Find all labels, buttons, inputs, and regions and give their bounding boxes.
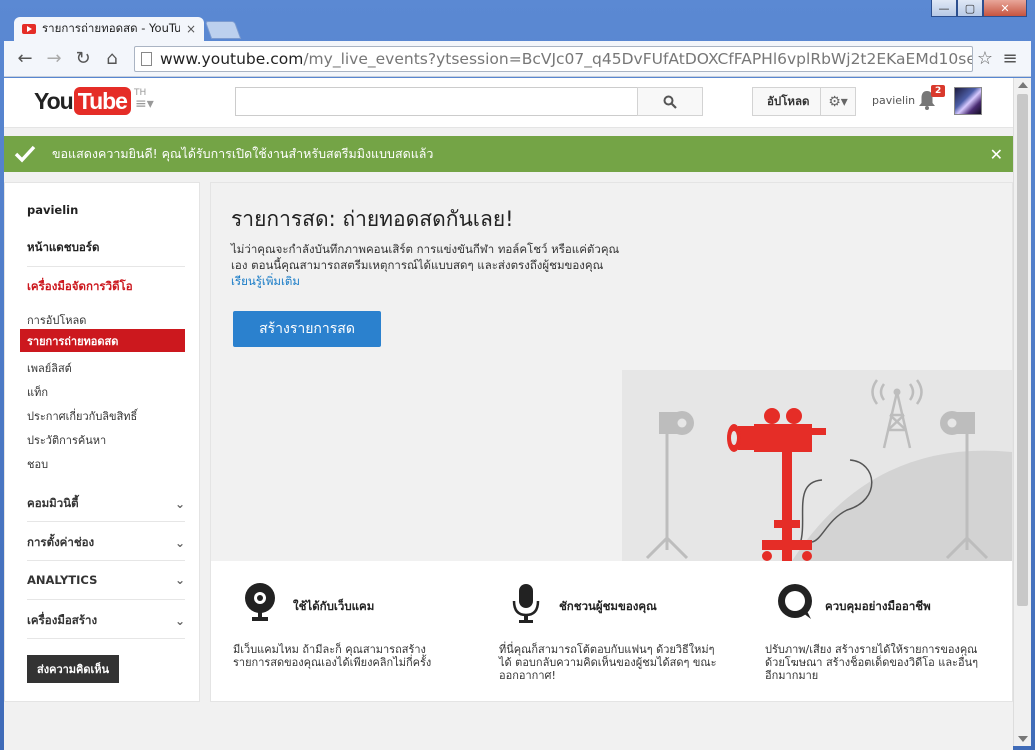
check-icon <box>14 145 36 163</box>
search-bar <box>235 87 703 116</box>
sidebar-item-likes[interactable]: ชอบ <box>27 455 48 473</box>
sidebar-item-dashboard[interactable]: หน้าแดชบอร์ด <box>27 239 99 257</box>
username[interactable]: pavielin <box>872 94 915 107</box>
send-feedback-button[interactable]: ส่งความคิดเห็น <box>27 655 120 683</box>
gear-icon[interactable]: ⚙▾ <box>820 87 856 116</box>
feature-description: มีเว็บแคมไหม ถ้ามีละก็ คุณสามารถสร้างราย… <box>233 643 432 669</box>
webcam-icon <box>245 583 275 621</box>
divider <box>27 599 185 600</box>
sidebar-section-video-manager[interactable]: เครื่องมือจัดการวิดีโอ <box>27 278 133 296</box>
search-input[interactable] <box>235 87 637 116</box>
sidebar-group-analytics[interactable]: ANALYTICS ⌄ <box>27 573 185 587</box>
upload-button[interactable]: อัปโหลด <box>752 87 825 116</box>
sidebar-group-label: เครื่องมือสร้าง <box>27 613 98 627</box>
success-banner: ขอแสดงความยินดี! คุณได้รับการเปิดใช้งานส… <box>4 136 1013 172</box>
maximize-button[interactable]: ▢ <box>957 0 983 17</box>
feature-title: ควบคุมอย่างมืออาชีพ <box>825 599 931 613</box>
sidebar-group-channel-settings[interactable]: การตั้งค่าช่อง ⌄ <box>27 534 185 552</box>
page-icon <box>141 51 152 66</box>
sidebar-item-uploads[interactable]: การอัปโหลด <box>27 311 86 329</box>
search-button[interactable] <box>637 87 703 116</box>
tower-light <box>893 388 901 396</box>
feature-description: ที่นี่คุณก็สามารถโต้ตอบกับแฟนๆ ด้วยวิธีใ… <box>499 643 717 682</box>
page-title: รายการสด: ถ่ายทอดสดกันเลย! <box>231 207 514 231</box>
home-icon[interactable]: ⌂ <box>99 46 125 72</box>
live-events-main: รายการสด: ถ่ายทอดสดกันเลย! ไม่ว่าคุณจะกำ… <box>210 182 1013 702</box>
window-controls: — ▢ ✕ <box>931 0 1027 17</box>
microphone-icon <box>512 584 540 623</box>
address-bar[interactable]: www.youtube.com/my_live_events?ytsession… <box>134 45 973 72</box>
creator-sidebar: pavielin หน้าแดชบอร์ด เครื่องมือจัดการวิ… <box>4 182 200 702</box>
chat-bubble-icon <box>778 584 812 619</box>
divider <box>27 560 185 561</box>
close-window-button[interactable]: ✕ <box>983 0 1027 17</box>
divider <box>27 638 185 639</box>
feature-description: ปรับภาพ/เสียง สร้างรายได้ให้รายการของคุณ… <box>765 643 979 682</box>
sidebar-group-label: การตั้งค่าช่อง <box>27 535 95 549</box>
minimize-button[interactable]: — <box>931 0 957 17</box>
chevron-down-icon: ⌄ <box>174 497 185 511</box>
sidebar-item-copyright-notices[interactable]: ประกาศเกี่ยวกับลิขสิทธิ์ <box>27 407 137 425</box>
divider <box>27 521 185 522</box>
bookmark-star-icon[interactable]: ☆ <box>977 48 993 69</box>
scroll-down-icon[interactable] <box>1018 736 1028 742</box>
new-tab-button[interactable] <box>204 21 242 39</box>
logo-you: You <box>34 88 74 114</box>
chevron-down-icon: ⌄ <box>174 573 185 587</box>
browser-toolbar: ← → ↻ ⌂ www.youtube.com/my_live_events?y… <box>4 41 1031 77</box>
chevron-down-icon: ⌄ <box>174 614 185 628</box>
back-icon[interactable]: ← <box>12 46 38 72</box>
scroll-up-icon[interactable] <box>1018 82 1028 88</box>
chevron-down-icon: ⌄ <box>174 536 185 550</box>
browser-tab[interactable]: รายการถ่ายทอดสด - YouTube × <box>14 17 204 41</box>
notification-count-badge: 2 <box>931 85 946 97</box>
sidebar-group-community[interactable]: คอมมิวนิตี้ ⌄ <box>27 495 185 513</box>
guide-menu-icon[interactable]: ≡▾ <box>135 96 154 112</box>
avatar[interactable] <box>954 87 982 115</box>
tab-title: รายการถ่ายทอดสด - YouTube <box>42 21 180 35</box>
sidebar-item-live-events[interactable]: รายการถ่ายทอดสด <box>20 329 185 352</box>
youtube-favicon-icon <box>22 24 36 34</box>
sidebar-username[interactable]: pavielin <box>27 203 78 217</box>
masthead: You Tube TH ≡▾ อัปโหลด ⚙▾ pavielin 2 <box>4 78 1013 128</box>
create-live-event-button[interactable]: สร้างรายการสด <box>233 311 381 347</box>
live-intro-hero: รายการสด: ถ่ายทอดสดกันเลย! ไม่ว่าคุณจะกำ… <box>211 183 1012 561</box>
sidebar-item-playlists[interactable]: เพลย์ลิสต์ <box>27 359 72 377</box>
feature-title: ชักชวนผู้ชมของคุณ <box>559 599 657 613</box>
forward-icon[interactable]: → <box>41 46 67 72</box>
learn-more-link[interactable]: เรียนรู้เพิ่มเติม <box>231 274 300 288</box>
search-icon <box>663 95 677 109</box>
sidebar-item-search-history[interactable]: ประวัติการค้นหา <box>27 431 106 449</box>
features-row: ใช้ได้กับเว็บแคม มีเว็บแคมไหม ถ้ามีละก็ … <box>211 561 1012 701</box>
url-host: www.youtube.com <box>160 49 304 68</box>
browser-menu-icon[interactable]: ≡ <box>997 48 1023 69</box>
divider <box>27 266 185 267</box>
logo-tube: Tube <box>73 87 131 115</box>
live-broadcast-illustration <box>622 370 1012 561</box>
sidebar-group-label: คอมมิวนิตี้ <box>27 496 79 510</box>
hero-description: ไม่ว่าคุณจะกำลังบันทึกภาพคอนเสิร์ต การแข… <box>231 241 621 289</box>
url-path: /my_live_events?ytsession=BcVJc07_q45DvF… <box>303 49 973 68</box>
banner-text: ขอแสดงความยินดี! คุณได้รับการเปิดใช้งานส… <box>52 146 434 161</box>
sidebar-group-creator-tools[interactable]: เครื่องมือสร้าง ⌄ <box>27 612 185 630</box>
youtube-logo[interactable]: You Tube TH <box>34 87 146 115</box>
sidebar-group-label: ANALYTICS <box>27 573 98 587</box>
reload-icon[interactable]: ↻ <box>70 46 96 72</box>
sidebar-item-tags[interactable]: แท็ก <box>27 383 48 401</box>
feature-title: ใช้ได้กับเว็บแคม <box>293 599 375 613</box>
scrollbar-thumb[interactable] <box>1017 94 1028 606</box>
hero-description-text: ไม่ว่าคุณจะกำลังบันทึกภาพคอนเสิร์ต การแข… <box>231 242 620 272</box>
tab-close-icon[interactable]: × <box>186 22 196 36</box>
close-icon[interactable]: ✕ <box>990 145 1003 164</box>
youtube-page: You Tube TH ≡▾ อัปโหลด ⚙▾ pavielin 2 ขอแ… <box>4 78 1013 750</box>
page-scrollbar[interactable] <box>1013 78 1031 746</box>
